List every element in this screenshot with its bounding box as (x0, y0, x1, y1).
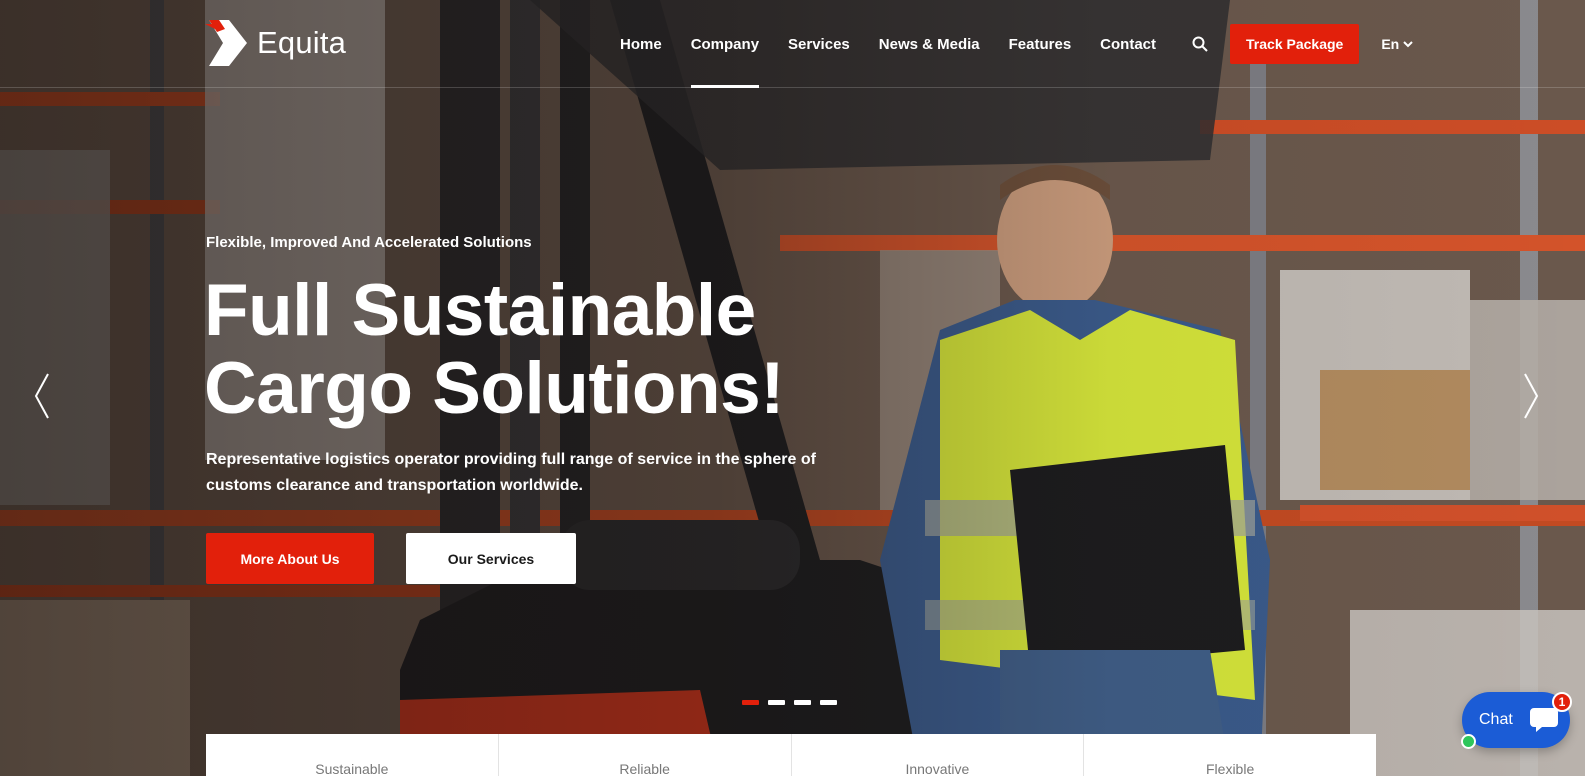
language-selector[interactable]: En (1381, 36, 1413, 52)
chat-label: Chat (1479, 711, 1513, 728)
logo-mark-icon (205, 20, 247, 66)
more-about-us-button[interactable]: More About Us (206, 533, 374, 584)
hero-subtitle: Flexible, Improved And Accelerated Solut… (206, 234, 532, 251)
feature-card: Innovative (792, 734, 1085, 776)
hero-headline-line-2: Cargo Solutions! (204, 348, 785, 429)
slider-pagination (742, 700, 846, 705)
nav-news-media[interactable]: News & Media (879, 0, 980, 88)
nav-services[interactable]: Services (788, 0, 850, 88)
feature-label: Sustainable (315, 761, 389, 776)
feature-card: Sustainable (206, 734, 499, 776)
slider-next-arrow-icon[interactable] (1521, 372, 1541, 420)
feature-label: Innovative (905, 761, 970, 776)
our-services-button[interactable]: Our Services (406, 533, 576, 584)
language-label: En (1381, 36, 1400, 52)
main-nav: Home Company Services News & Media Featu… (620, 0, 1413, 88)
slider-prev-arrow-icon[interactable] (32, 372, 52, 420)
site-header: Equita Home Company Services News & Medi… (0, 0, 1585, 88)
chevron-down-icon (1403, 41, 1413, 48)
slider-dot-1[interactable] (742, 700, 759, 705)
chat-online-status (1461, 734, 1476, 749)
slider-dot-4[interactable] (820, 700, 837, 705)
chat-unread-badge: 1 (1552, 692, 1572, 712)
nav-company[interactable]: Company (690, 0, 760, 88)
nav-home[interactable]: Home (620, 0, 662, 88)
brand-name: Equita (257, 25, 347, 60)
feature-card: Reliable (499, 734, 792, 776)
feature-label: Reliable (619, 761, 670, 776)
feature-card: Flexible (1084, 734, 1376, 776)
track-package-button[interactable]: Track Package (1230, 24, 1360, 64)
hero-headline: Full Sustainable Cargo Solutions! (204, 270, 785, 429)
slider-dot-3[interactable] (794, 700, 811, 705)
hero-description: Representative logistics operator provid… (206, 451, 816, 494)
feature-strip: Sustainable Reliable Innovative Flexible (206, 734, 1376, 776)
search-icon[interactable] (1192, 36, 1208, 52)
logo[interactable]: Equita (205, 20, 346, 66)
hero-headline-line-1: Full Sustainable (204, 270, 756, 351)
nav-features[interactable]: Features (1009, 0, 1072, 88)
nav-contact[interactable]: Contact (1100, 0, 1156, 88)
feature-label: Flexible (1206, 761, 1255, 776)
slider-dot-2[interactable] (768, 700, 785, 705)
